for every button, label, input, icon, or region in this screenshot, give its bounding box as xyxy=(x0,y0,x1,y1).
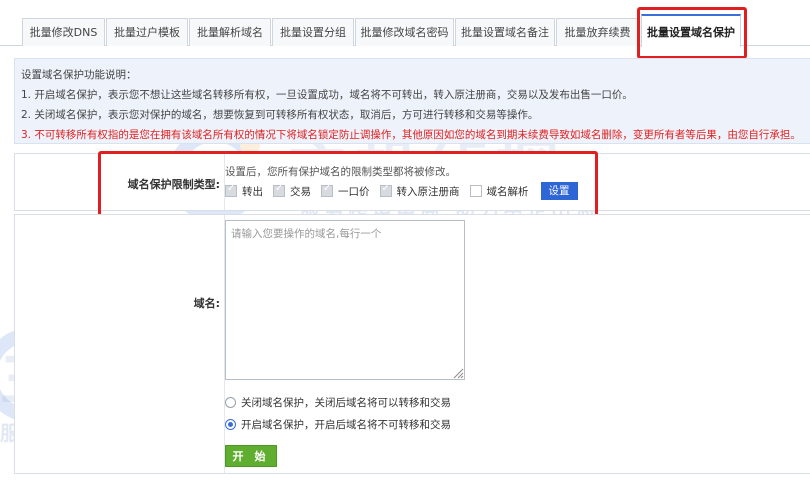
checkbox-fixed-price[interactable] xyxy=(321,183,333,197)
domain-label: 域名: xyxy=(193,297,220,310)
option-transfer-out[interactable]: 转出 xyxy=(225,183,263,199)
tab-batch-set-remark[interactable]: 批量设置域名备注 xyxy=(455,18,555,46)
tab-batch-set-group[interactable]: 批量设置分组 xyxy=(272,18,354,46)
notice-title: 设置域名保护功能说明： xyxy=(21,69,137,81)
tab-bar: 批量修改DNS 批量过户模板 批量解析域名 批量设置分组 批量修改域名密码 批量… xyxy=(0,0,810,47)
option-transfer-out-label: 转出 xyxy=(242,185,263,198)
domain-row: 域名: 关闭域名保护，关闭后域名将可以转移和交易 开启域名保护，开启后域名将不可… xyxy=(14,214,810,474)
radio-disable-protection[interactable]: 关闭域名保护，关闭后域名将可以转移和交易 xyxy=(225,395,451,410)
tab-batch-modify-password[interactable]: 批量修改域名密码 xyxy=(355,18,454,46)
option-transfer-to-registrar-label: 转入原注册商 xyxy=(396,185,460,198)
domain-textarea[interactable] xyxy=(225,220,465,380)
option-transfer-to-registrar[interactable]: 转入原注册商 xyxy=(379,183,460,199)
radio-enable-protection[interactable]: 开启域名保护，开启后域名将不可转移和交易 xyxy=(225,417,451,432)
option-trade-label: 交易 xyxy=(290,185,311,198)
tab-batch-domain-protection[interactable]: 批量设置域名保护 xyxy=(641,14,741,47)
protection-notice: 设置域名保护功能说明： 1. 开启域名保护，表示您不想让这些域名转移所有权，一旦… xyxy=(14,58,810,144)
notice-line-1: 1. 开启域名保护，表示您不想让这些域名转移所有权，一旦设置成功，域名将不可转出… xyxy=(21,89,633,101)
start-button[interactable]: 开 始 xyxy=(225,445,277,467)
option-trade[interactable]: 交易 xyxy=(273,183,311,199)
restriction-type-label: 域名保护限制类型: xyxy=(127,178,220,191)
restriction-type-row: 域名保护限制类型: 设置后，您所有保护域名的限制类型都将被修改。 转出 交易 一… xyxy=(14,153,810,211)
restriction-hint: 设置后，您所有保护域名的限制类型都将被修改。 xyxy=(225,166,456,178)
option-domain-resolution[interactable]: 域名解析 xyxy=(469,184,529,199)
checkbox-transfer-to-registrar[interactable] xyxy=(379,183,392,197)
checkbox-transfer-out[interactable] xyxy=(225,183,237,197)
notice-line-3-warning: 3. 不可转移所有权指的是您在拥有该域名所有权的情况下将域名锁定防止调操作，其他… xyxy=(21,129,801,141)
option-fixed-price-label: 一口价 xyxy=(338,185,370,198)
radio-enable-protection-dot[interactable] xyxy=(225,419,236,430)
checkbox-trade[interactable] xyxy=(273,183,285,197)
radio-disable-protection-label: 关闭域名保护，关闭后域名将可以转移和交易 xyxy=(241,397,451,409)
notice-line-2: 2. 关闭域名保护，表示您对保护的域名，想要恢复到可转移所有权状态，取消后，方可… xyxy=(21,109,539,121)
tab-batch-modify-dns[interactable]: 批量修改DNS xyxy=(22,18,105,46)
checkbox-domain-resolution[interactable] xyxy=(469,185,482,197)
tab-batch-resolve-domain[interactable]: 批量解析域名 xyxy=(189,18,271,46)
restriction-options: 转出 交易 一口价 转入原注册商 域名解析 设置 xyxy=(225,181,578,201)
option-fixed-price[interactable]: 一口价 xyxy=(321,183,370,199)
option-domain-resolution-label: 域名解析 xyxy=(486,185,529,198)
radio-disable-protection-dot[interactable] xyxy=(225,397,236,408)
set-button[interactable]: 设置 xyxy=(540,182,578,200)
radio-enable-protection-label: 开启域名保护，开启后域名将不可转移和交易 xyxy=(241,419,451,431)
tab-batch-abandon-renewal[interactable]: 批量放弃续费 xyxy=(556,18,639,46)
tab-batch-transfer-template[interactable]: 批量过户模板 xyxy=(106,18,188,46)
